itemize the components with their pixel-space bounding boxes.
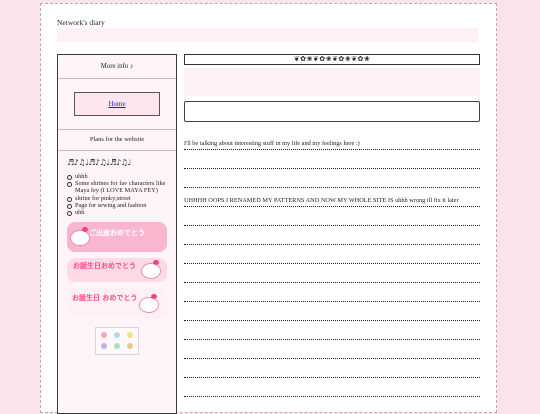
home-link-box: Home [74, 92, 160, 116]
bear-icon [114, 332, 120, 339]
sidebar: More info ♪ Home Plans for the website ♬… [57, 54, 177, 414]
diary-line [184, 245, 480, 264]
more-info-heading: More info ♪ [58, 55, 176, 79]
main-content: ❦✿❀❦✿❀❦✿❀❦✿❀ I'll be talking about inter… [184, 54, 480, 397]
diary-lines: I'll be talking about interesting stuff … [184, 131, 480, 397]
home-link[interactable]: Home [108, 100, 125, 108]
diary-line [184, 169, 480, 188]
sidebar-divider [58, 150, 176, 151]
list-item: uhhh [67, 173, 176, 181]
site-title: Network's diary [57, 18, 105, 27]
music-notes-decoration: ♬♪♫♩♬♪♫♩♬♪♫♩ [67, 158, 131, 167]
bear-icon [101, 332, 107, 339]
diary-line [184, 321, 480, 340]
diary-line [184, 302, 480, 321]
diary-line [184, 226, 480, 245]
list-item: Some shrines for fav characters like May… [67, 180, 176, 194]
hello-kitty-stamp: ご出産おめでとう [67, 222, 167, 253]
hello-kitty-stamp: お誕生日おめでとう [67, 258, 167, 283]
page-container: Network's diary More info ♪ Home Plans f… [40, 3, 497, 414]
hello-kitty-stamp: お誕生日 おめでとう [67, 288, 167, 319]
list-item: uhh [67, 209, 176, 217]
diary-line: I'll be talking about interesting stuff … [184, 131, 480, 150]
stamp-text: ご出産おめでとう [89, 229, 145, 238]
bears-stamp [95, 327, 139, 356]
decorative-border: ❦✿❀❦✿❀❦✿❀❦✿❀ [184, 54, 480, 65]
bear-icon [127, 343, 133, 350]
stamp-text: お誕生日おめでとう [73, 262, 136, 271]
bear-icon [114, 343, 120, 350]
bear-icon [101, 343, 107, 350]
diary-line [184, 378, 480, 397]
stamp-text: お誕生日 おめでとう [72, 294, 138, 303]
plans-heading: Plans for the website [89, 136, 145, 143]
diary-line: UHHHH OOPS I RENAMED MY PATTERNS AND NOW… [184, 188, 480, 207]
kitty-icon [70, 227, 90, 247]
decorative-border-glyphs: ❦✿❀❦✿❀❦✿❀❦✿❀ [293, 55, 371, 63]
bear-icon [127, 332, 133, 339]
list-item: Page for sewing and fashion [67, 202, 176, 210]
header-panel [184, 68, 480, 96]
diary-line [184, 150, 480, 169]
title-bar [57, 28, 478, 42]
list-item: shrine for pinky;street [67, 195, 176, 202]
diary-line [184, 359, 480, 378]
kitty-icon [139, 294, 159, 314]
diary-line [184, 207, 480, 226]
diary-line [184, 340, 480, 359]
plans-list: uhhh Some shrines for fav characters lik… [58, 173, 176, 217]
kitty-icon [141, 260, 161, 280]
empty-box [184, 101, 480, 122]
diary-line [184, 264, 480, 283]
diary-line [184, 283, 480, 302]
